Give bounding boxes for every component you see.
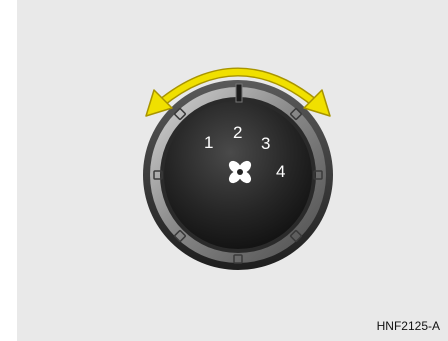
- image-code-label: HNF2125-A: [376, 319, 440, 333]
- speed-label-1: 1: [204, 133, 214, 152]
- fan-speed-knob-illustration: [143, 67, 333, 270]
- knob-pointer-notch: [235, 83, 243, 103]
- speed-label-4: 4: [276, 162, 286, 181]
- speed-label-2: 2: [233, 123, 243, 142]
- speed-label-3: 3: [261, 134, 271, 153]
